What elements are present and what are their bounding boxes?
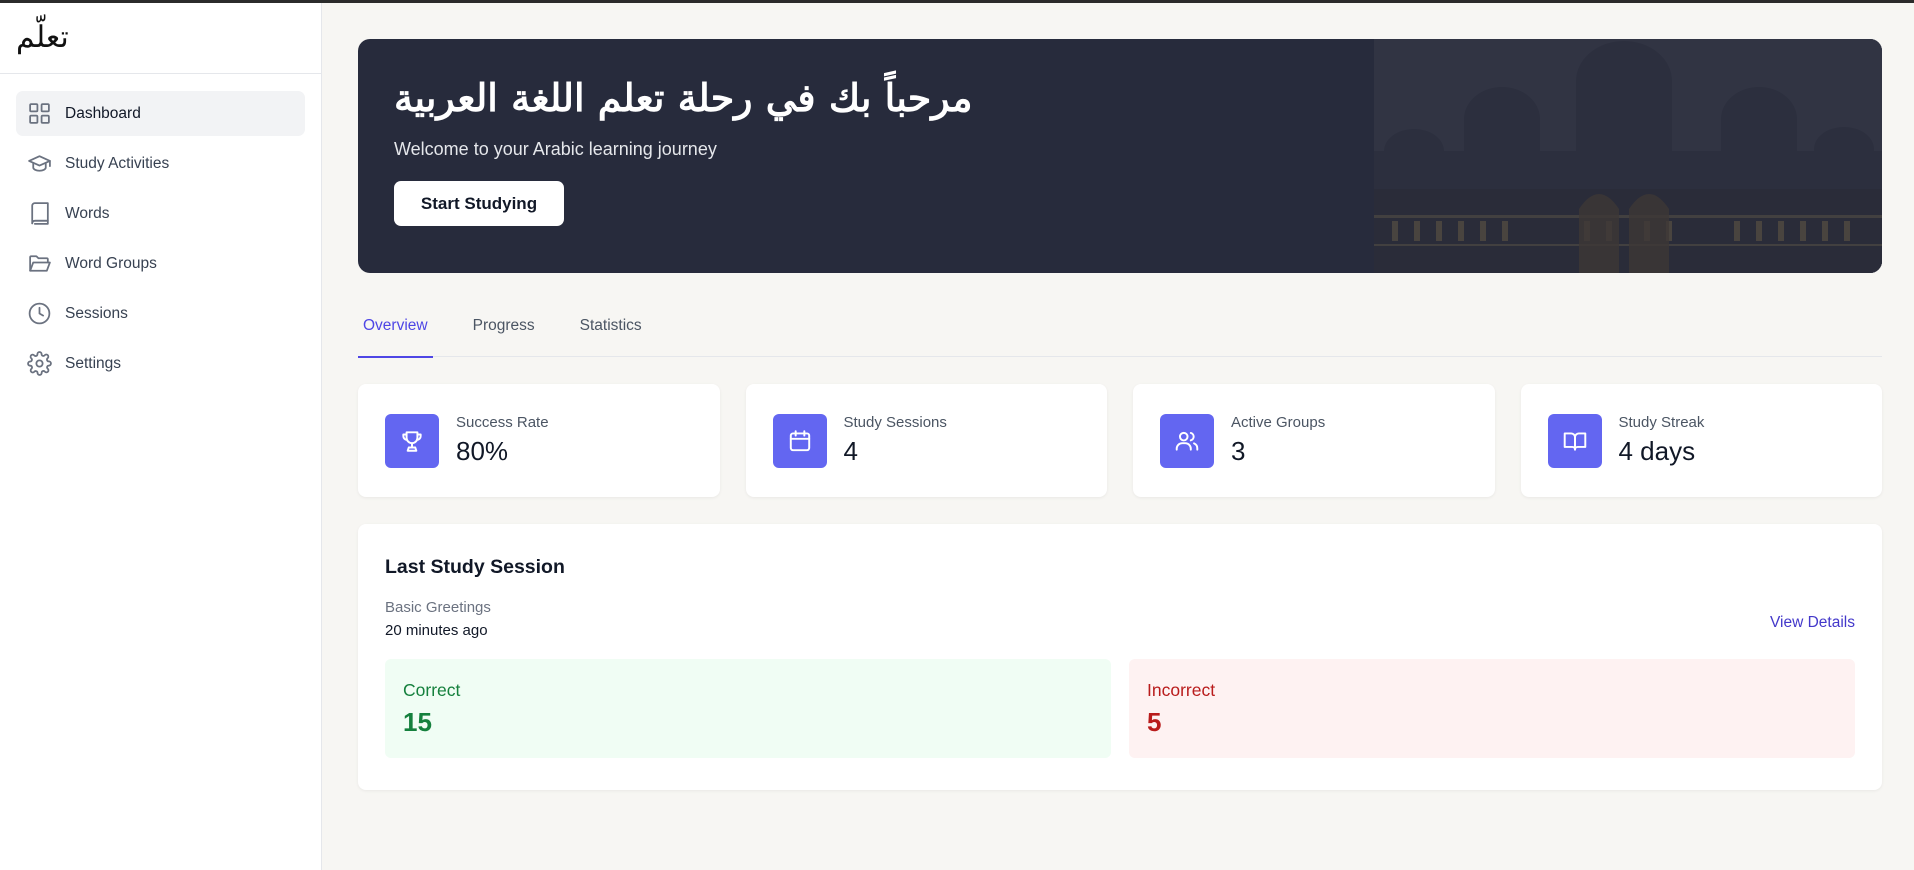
sidebar-nav: Dashboard Study Activities Words Word Gr…	[0, 74, 321, 386]
mosque-image	[1374, 39, 1882, 273]
start-studying-button[interactable]: Start Studying	[394, 181, 564, 226]
trophy-icon	[385, 413, 439, 468]
stat-text: Study Sessions 4	[844, 414, 947, 467]
correct-label: Correct	[403, 680, 461, 700]
calendar-icon	[772, 413, 827, 468]
tab-statistics[interactable]: Statistics	[575, 306, 647, 357]
correct-value: 15	[403, 707, 432, 737]
tab-overview[interactable]: Overview	[358, 306, 433, 358]
banner-subtitle: Welcome to your Arabic learning journey	[394, 139, 717, 159]
window-top-border	[0, 0, 1914, 3]
sidebar-item-study-activities[interactable]: Study Activities	[16, 141, 305, 186]
session-card-title: Last Study Session	[385, 556, 565, 578]
incorrect-value: 5	[1147, 707, 1162, 737]
sidebar-item-settings[interactable]: Settings	[16, 341, 305, 386]
stat-card-study-sessions: Study Sessions 4	[745, 384, 1107, 497]
stat-label: Study Sessions	[843, 414, 947, 431]
stat-card-success-rate: Success Rate 80%	[358, 384, 720, 497]
stat-label: Active Groups	[1231, 414, 1326, 431]
welcome-banner: مرحباً بك في رحلة تعلم اللغة العربية Wel…	[358, 39, 1882, 273]
sidebar: تعلّم Dashboard Study Activities Words W…	[0, 3, 322, 870]
stat-card-study-streak: Study Streak 4 days	[1520, 384, 1882, 497]
stat-value: 4 days	[1618, 436, 1696, 466]
sidebar-item-label: Study Activities	[65, 154, 170, 172]
sidebar-item-label: Word Groups	[65, 254, 157, 272]
sidebar-item-dashboard[interactable]: Dashboard	[16, 91, 305, 136]
folder-open-icon	[26, 251, 52, 277]
session-group-name: Basic Greetings	[385, 599, 491, 616]
grid-icon	[26, 101, 52, 127]
session-time: 20 minutes ago	[385, 622, 488, 639]
gear-icon	[26, 351, 52, 377]
book-icon	[26, 201, 52, 227]
sidebar-item-label: Settings	[65, 354, 122, 372]
session-results: Correct 15 Incorrect 5	[385, 659, 1855, 758]
graduation-cap-icon	[26, 151, 52, 177]
incorrect-label: Incorrect	[1147, 680, 1216, 700]
stat-label: Success Rate	[456, 414, 549, 431]
app-logo[interactable]: تعلّم	[16, 23, 69, 53]
main-content: مرحباً بك في رحلة تعلم اللغة العربية Wel…	[358, 39, 1882, 790]
stat-value: 3	[1231, 436, 1246, 466]
stat-text: Study Streak 4 days	[1619, 414, 1705, 467]
view-details-link[interactable]: View Details	[1770, 614, 1855, 632]
dashboard-tabs: Overview Progress Statistics	[358, 306, 1882, 358]
correct-count-box: Correct 15	[385, 659, 1111, 758]
sidebar-item-sessions[interactable]: Sessions	[16, 291, 305, 336]
stat-text: Active Groups 3	[1231, 414, 1325, 467]
stat-card-active-groups: Active Groups 3	[1133, 384, 1495, 497]
stats-row: Success Rate 80% Study Sessions 4 Active…	[358, 384, 1882, 497]
last-study-session-card: Last Study Session Basic Greetings 20 mi…	[358, 524, 1882, 790]
sidebar-item-label: Words	[65, 204, 110, 222]
clock-icon	[26, 301, 52, 327]
stat-value: 80%	[456, 436, 509, 466]
sidebar-item-label: Sessions	[65, 304, 128, 322]
banner-content: مرحباً بك في رحلة تعلم اللغة العربية Wel…	[394, 73, 973, 226]
sidebar-item-words[interactable]: Words	[16, 191, 305, 236]
sidebar-item-label: Dashboard	[65, 104, 141, 122]
logo-area: تعلّم	[0, 3, 321, 74]
banner-title-arabic: مرحباً بك في رحلة تعلم اللغة العربية	[394, 75, 973, 120]
tab-progress[interactable]: Progress	[468, 306, 540, 357]
users-icon	[1160, 413, 1214, 468]
stat-text: Success Rate 80%	[456, 414, 549, 467]
incorrect-count-box: Incorrect 5	[1129, 659, 1855, 758]
book-open-icon	[1547, 413, 1602, 468]
stat-value: 4	[843, 436, 858, 466]
stat-label: Study Streak	[1618, 414, 1705, 431]
sidebar-item-word-groups[interactable]: Word Groups	[16, 241, 305, 286]
